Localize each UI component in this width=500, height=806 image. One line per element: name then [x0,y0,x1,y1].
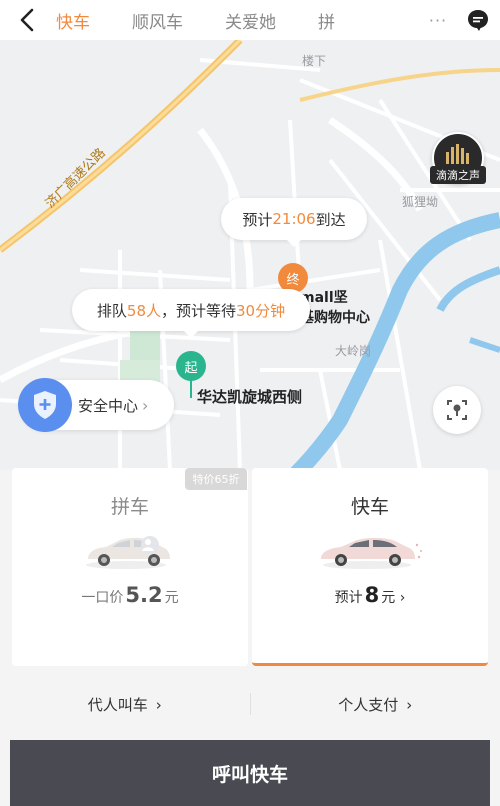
eta-time: 21:06 [272,210,316,228]
chevron-right-icon: › [155,695,162,714]
eta-bubble: 预计 21:06 到达 [221,198,367,247]
destination-poi-line1: mall坚 [300,290,348,306]
back-button[interactable] [0,0,56,40]
queue-mid: ，预计等待 [161,301,237,320]
queue-prefix: 排队 [96,301,127,320]
didi-voice-label: 滴滴之声 [430,166,486,184]
place-label: 大岭岗 [335,344,372,358]
order-options: 代人叫车 › 个人支付 › [0,680,500,728]
express-title: 快车 [350,496,389,518]
back-arrow-icon [20,8,34,32]
place-label: 狐狸坳 [402,195,439,209]
top-nav: 快车 顺风车 关爱她 拼 ··· [0,0,500,40]
express-card[interactable]: 快车 预计8 元 › [252,468,488,666]
carpool-title: 拼车 [110,496,149,518]
payment-method-button[interactable]: 个人支付 › [251,694,500,715]
queue-wait: 30分钟 [236,301,286,320]
pickup-poi: 华达凯旋城西侧 [197,388,303,406]
safety-center-button[interactable]: 安全中心 › [18,378,174,432]
service-tabs: 快车 顺风车 关爱她 拼 [56,0,420,40]
queue-count: 58人 [126,301,161,320]
destination-poi: mall坚 基购物中心 [300,288,370,328]
chevron-right-icon: › [142,395,149,415]
express-price-value: 8 [364,583,380,607]
discount-badge: 特价65折 [185,468,247,490]
more-tabs-button[interactable]: ··· [420,11,456,30]
call-express-button[interactable]: 呼叫快车 [10,740,490,806]
carpool-price-value: 5.2 [125,583,163,607]
chevron-right-icon: › [406,695,413,714]
map-view[interactable]: 楼下 狐狸坳 大岭岗 济广高速公路 滴滴之声 预计 21:06 到达 终 mall坚… [0,40,500,470]
locate-icon [447,400,467,420]
tab-care[interactable]: 关爱她 [225,8,276,33]
carpool-price-prefix: 一口价 [81,590,124,606]
message-icon [468,10,488,31]
tab-express[interactable]: 快车 [56,8,90,33]
eta-prefix: 预计 [242,210,273,229]
shield-icon [18,378,72,432]
locate-me-button[interactable] [433,386,481,434]
carpool-card[interactable]: 拼车 一口价5.2 元 [12,468,248,666]
proxy-call-button[interactable]: 代人叫车 › [0,694,250,715]
express-price-prefix: 预计 [334,590,363,606]
place-label: 楼下 [302,54,327,68]
sound-bars-icon [446,144,469,164]
carpool-price-unit: 元 [164,590,179,606]
tab-hitch[interactable]: 顺风车 [132,8,183,33]
carpool-price: 一口价5.2 元 [12,583,248,607]
destination-poi-line2: 基购物中心 [300,310,370,326]
proxy-call-label: 代人叫车 [87,695,148,714]
express-price-unit: 元 [381,590,396,606]
payment-method-label: 个人支付 [338,695,399,714]
tab-carpool[interactable]: 拼 [318,8,335,33]
safety-center-label: 安全中心 [78,396,139,415]
car-image [321,537,422,569]
pickup-pin-stem [190,380,192,398]
pickup-pin[interactable]: 起 [176,351,206,381]
car-image [86,536,170,569]
queue-bubble: 排队 58人 ，预计等待 30分钟 [72,289,310,338]
message-button[interactable] [456,0,500,40]
express-price: 预计8 元 › [252,583,488,607]
ride-options: 拼车 一口价5.2 元 快车 预计8 元 › [12,468,488,666]
chevron-right-icon: › [399,590,406,606]
eta-suffix: 到达 [315,210,346,229]
